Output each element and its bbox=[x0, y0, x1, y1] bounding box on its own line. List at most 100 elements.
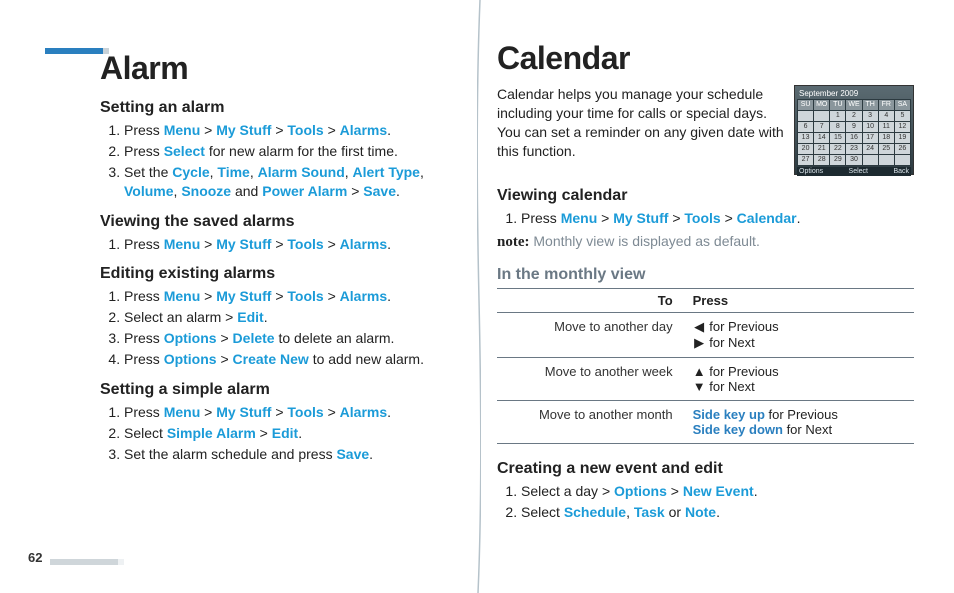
creating-event-list: Select a day > Options > New Event. Selec… bbox=[497, 482, 914, 522]
phone-day: 27 bbox=[798, 155, 813, 165]
keyword: Menu bbox=[164, 404, 201, 420]
phone-day: 2 bbox=[846, 111, 861, 121]
phone-weekday: SU bbox=[798, 100, 813, 110]
step: Select a day > Options > New Event. bbox=[521, 482, 914, 501]
phone-day: 24 bbox=[863, 144, 878, 154]
keyword: Save bbox=[363, 183, 396, 199]
nav-table: To Press Move to another day◀ for Previo… bbox=[497, 288, 914, 444]
nav-press: ◀ for Previous▶ for Next bbox=[685, 313, 914, 358]
softkey-center: Select bbox=[849, 168, 868, 175]
keyword: Tools bbox=[287, 236, 323, 252]
keyword: Create New bbox=[233, 351, 309, 367]
keyword: Select bbox=[164, 143, 205, 159]
keyword: Tools bbox=[684, 210, 720, 226]
keyword: Menu bbox=[561, 210, 598, 226]
keyword: My Stuff bbox=[216, 236, 271, 252]
section-steps: Press Menu > My Stuff > Tools > Alarms.S… bbox=[100, 287, 447, 369]
phone-weekday: TU bbox=[830, 100, 845, 110]
keyword: New Event bbox=[683, 483, 754, 499]
calendar-title: Calendar bbox=[497, 40, 914, 77]
phone-day: 8 bbox=[830, 122, 845, 132]
step: Select Schedule, Task or Note. bbox=[521, 503, 914, 522]
arrow-icon: ▲ bbox=[693, 364, 706, 379]
keyword: Tools bbox=[287, 122, 323, 138]
phone-day bbox=[895, 155, 910, 165]
page-number: 62 bbox=[28, 550, 42, 565]
step: Select Simple Alarm > Edit. bbox=[124, 424, 447, 443]
section-steps: Press Menu > My Stuff > Tools > Alarms. S… bbox=[100, 403, 447, 464]
keyword: Alarms bbox=[340, 288, 387, 304]
phone-day: 28 bbox=[814, 155, 829, 165]
section-steps: Press Menu > My Stuff > Tools > Alarms. P… bbox=[100, 121, 447, 201]
keyword: Alert Type bbox=[353, 164, 420, 180]
nav-th-to: To bbox=[497, 289, 685, 313]
viewing-calendar-step: Press Menu > My Stuff > Tools > Calendar… bbox=[521, 209, 914, 228]
phone-day: 21 bbox=[814, 144, 829, 154]
keyword: Calendar bbox=[737, 210, 797, 226]
step: Press Menu > My Stuff > Tools > Alarms. bbox=[124, 121, 447, 140]
step: Set the alarm schedule and press Save. bbox=[124, 445, 447, 464]
keyword: Menu bbox=[164, 122, 201, 138]
phone-day: 18 bbox=[879, 133, 894, 143]
nav-th-press: Press bbox=[685, 289, 914, 313]
right-column: Calendar Calendar helps you manage your … bbox=[477, 0, 954, 593]
viewing-calendar-list: Press Menu > My Stuff > Tools > Calendar… bbox=[497, 209, 914, 228]
phone-day: 7 bbox=[814, 122, 829, 132]
keyword: Tools bbox=[287, 288, 323, 304]
keyword: Schedule bbox=[564, 504, 626, 520]
keyword: Alarm Sound bbox=[258, 164, 345, 180]
step: Press Menu > My Stuff > Tools > Alarms. bbox=[124, 403, 447, 422]
keyword: Note bbox=[685, 504, 716, 520]
phone-cal-grid: SUMOTUWETHFRSA12345678910111213141516171… bbox=[797, 99, 911, 166]
nav-row: Move to another day◀ for Previous▶ for N… bbox=[497, 313, 914, 358]
section-steps: Press Menu > My Stuff > Tools > Alarms. bbox=[100, 235, 447, 254]
step: Press Menu > My Stuff > Tools > Alarms. bbox=[124, 235, 447, 254]
page-number-bar-end bbox=[118, 559, 124, 565]
step: Press Options > Create New to add new al… bbox=[124, 350, 447, 369]
keyword: Save bbox=[336, 446, 369, 462]
phone-day: 29 bbox=[830, 155, 845, 165]
softkey-right: Back bbox=[893, 168, 909, 175]
viewing-calendar-heading: Viewing calendar bbox=[497, 187, 914, 205]
nav-to: Move to another week bbox=[497, 358, 685, 401]
phone-day bbox=[814, 111, 829, 121]
keyword: My Stuff bbox=[216, 404, 271, 420]
keyword: My Stuff bbox=[216, 122, 271, 138]
phone-day: 16 bbox=[846, 133, 861, 143]
keyword: Edit bbox=[237, 309, 263, 325]
keyword: Delete bbox=[233, 330, 275, 346]
phone-day: 6 bbox=[798, 122, 813, 132]
nav-table-header-row: To Press bbox=[497, 289, 914, 313]
step: Press Menu > My Stuff > Tools > Alarms. bbox=[124, 287, 447, 306]
phone-day: 11 bbox=[879, 122, 894, 132]
calendar-intro: Calendar helps you manage your schedule … bbox=[497, 85, 784, 169]
step: Press Select for new alarm for the first… bbox=[124, 142, 447, 161]
phone-day: 5 bbox=[895, 111, 910, 121]
phone-day: 26 bbox=[895, 144, 910, 154]
keyword: Task bbox=[634, 504, 665, 520]
section-heading: Setting an alarm bbox=[100, 99, 447, 117]
step: Press Options > Delete to delete an alar… bbox=[124, 329, 447, 348]
phone-day: 4 bbox=[879, 111, 894, 121]
phone-weekday: WE bbox=[846, 100, 861, 110]
manual-page: Alarm Setting an alarmPress Menu > My St… bbox=[0, 0, 954, 593]
calendar-note: note: Monthly view is displayed as defau… bbox=[497, 232, 914, 252]
keyword: Options bbox=[164, 330, 217, 346]
note-body: Monthly view is displayed as default. bbox=[530, 233, 760, 249]
keyword: Menu bbox=[164, 236, 201, 252]
nav-row: Move to another monthSide key up for Pre… bbox=[497, 401, 914, 444]
monthly-view-heading: In the monthly view bbox=[497, 266, 914, 284]
keyword: Alarms bbox=[340, 236, 387, 252]
keyword: Side key up bbox=[693, 407, 765, 422]
phone-day: 20 bbox=[798, 144, 813, 154]
phone-day: 1 bbox=[830, 111, 845, 121]
phone-day: 14 bbox=[814, 133, 829, 143]
phone-day: 9 bbox=[846, 122, 861, 132]
note-label: note: bbox=[497, 234, 530, 250]
calendar-phone-screenshot: September 2009 SUMOTUWETHFRSA12345678910… bbox=[794, 85, 914, 175]
nav-to: Move to another day bbox=[497, 313, 685, 358]
phone-day: 15 bbox=[830, 133, 845, 143]
alarm-sections: Setting an alarm Press Menu > My Stuff > … bbox=[100, 99, 447, 464]
phone-day: 10 bbox=[863, 122, 878, 132]
left-column: Alarm Setting an alarmPress Menu > My St… bbox=[0, 0, 477, 593]
